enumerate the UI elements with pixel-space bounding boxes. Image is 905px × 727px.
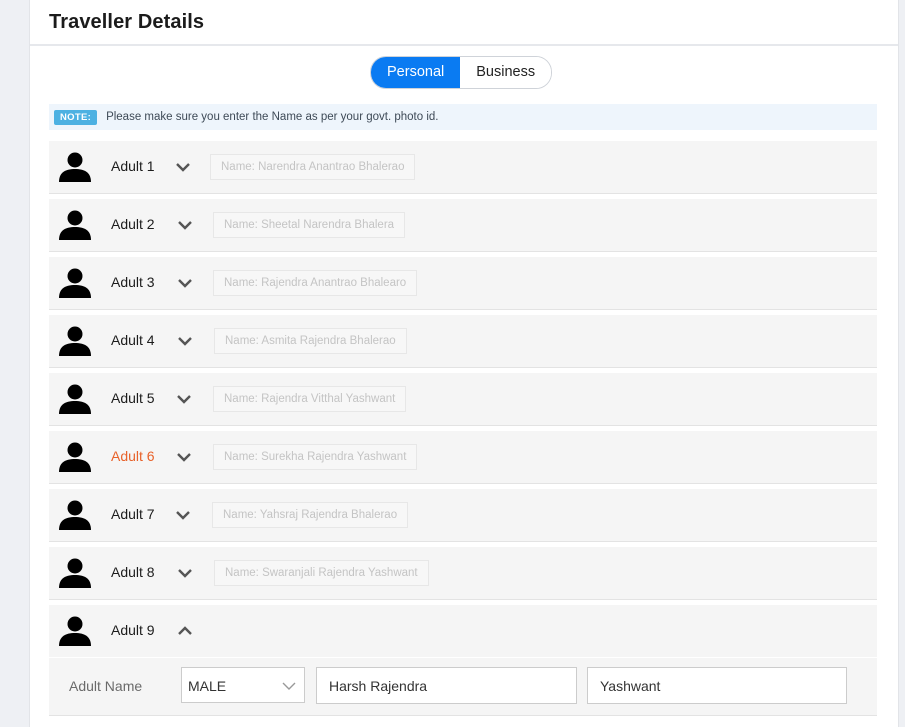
traveller-label: Adult 3 bbox=[111, 274, 155, 290]
chevron-down-icon[interactable] bbox=[176, 332, 194, 350]
person-icon bbox=[59, 326, 91, 356]
name-hint: Name: Rajendra Anantrao Bhalearo bbox=[213, 270, 418, 296]
traveller-row-adult-1[interactable]: Adult 1 Name: Narendra Anantrao Bhalerao bbox=[49, 141, 877, 194]
chevron-down-icon[interactable] bbox=[174, 506, 192, 524]
traveller-row-adult-3[interactable]: Adult 3 Name: Rajendra Anantrao Bhalearo bbox=[49, 257, 877, 310]
note-tag: NOTE: bbox=[54, 109, 98, 125]
traveller-label: Adult 2 bbox=[111, 216, 155, 232]
chevron-down-icon[interactable] bbox=[175, 390, 193, 408]
chevron-down-icon[interactable] bbox=[174, 158, 192, 176]
traveller-label: Adult 6 bbox=[111, 448, 155, 464]
traveller-row-adult-7[interactable]: Adult 7 Name: Yahsraj Rajendra Bhalerao bbox=[49, 489, 877, 542]
chevron-down-icon[interactable] bbox=[176, 274, 194, 292]
tab-personal[interactable]: Personal bbox=[371, 57, 461, 88]
name-hint: Name: Narendra Anantrao Bhalerao bbox=[210, 154, 416, 180]
traveller-row-adult-4[interactable]: Adult 4 Name: Asmita Rajendra Bhalerao bbox=[49, 315, 877, 368]
traveller-row-adult-9[interactable]: Adult 9 bbox=[49, 605, 877, 657]
adult-name-label: Adult Name bbox=[69, 678, 143, 694]
traveller-row-adult-6[interactable]: Adult 6 Name: Surekha Rajendra Yashwant bbox=[49, 431, 877, 484]
person-icon bbox=[59, 268, 91, 298]
traveller-label: Adult 9 bbox=[111, 622, 155, 638]
person-icon bbox=[59, 558, 91, 588]
adult-name-form: Adult Name MALE bbox=[49, 658, 877, 716]
person-icon bbox=[59, 384, 91, 414]
person-icon bbox=[59, 442, 91, 472]
name-hint: Name: Surekha Rajendra Yashwant bbox=[213, 444, 418, 470]
note-banner: NOTE: Please make sure you enter the Nam… bbox=[49, 104, 877, 130]
gender-select-value: MALE bbox=[188, 678, 227, 694]
traveller-details-card: Traveller Details Personal Business NOTE… bbox=[29, 0, 899, 727]
traveller-row-adult-8[interactable]: Adult 8 Name: Swaranjali Rajendra Yashwa… bbox=[49, 547, 877, 600]
first-middle-name-input[interactable] bbox=[316, 667, 577, 704]
gender-select[interactable]: MALE bbox=[181, 667, 305, 703]
name-hint: Name: Rajendra Vitthal Yashwant bbox=[213, 386, 407, 412]
note-text: Please make sure you enter the Name as p… bbox=[106, 111, 439, 123]
chevron-down-icon[interactable] bbox=[176, 216, 194, 234]
traveller-label: Adult 5 bbox=[111, 390, 155, 406]
traveller-label: Adult 8 bbox=[111, 564, 155, 580]
chevron-down-icon[interactable] bbox=[176, 564, 194, 582]
name-hint: Name: Swaranjali Rajendra Yashwant bbox=[214, 560, 429, 586]
page-title: Traveller Details bbox=[49, 10, 205, 33]
name-hint: Name: Sheetal Narendra Bhalera bbox=[213, 212, 406, 238]
name-hint: Name: Yahsraj Rajendra Bhalerao bbox=[212, 502, 409, 528]
tab-business[interactable]: Business bbox=[460, 57, 552, 88]
person-icon bbox=[59, 152, 91, 182]
last-name-input[interactable] bbox=[587, 667, 847, 704]
name-hint: Name: Asmita Rajendra Bhalerao bbox=[214, 328, 407, 354]
chevron-down-icon[interactable] bbox=[175, 448, 193, 466]
chevron-down-icon bbox=[282, 682, 296, 690]
traveller-label: Adult 4 bbox=[111, 332, 155, 348]
traveller-row-adult-2[interactable]: Adult 2 Name: Sheetal Narendra Bhalera bbox=[49, 199, 877, 252]
person-icon bbox=[59, 616, 91, 646]
person-icon bbox=[59, 210, 91, 240]
chevron-up-icon[interactable] bbox=[176, 622, 194, 640]
person-icon bbox=[59, 500, 91, 530]
traveller-row-adult-5[interactable]: Adult 5 Name: Rajendra Vitthal Yashwant bbox=[49, 373, 877, 426]
traveller-type-toggle: Personal Business bbox=[370, 56, 553, 89]
traveller-label: Adult 7 bbox=[111, 506, 155, 522]
traveller-label: Adult 1 bbox=[111, 158, 155, 174]
card-header: Traveller Details bbox=[30, 0, 898, 46]
